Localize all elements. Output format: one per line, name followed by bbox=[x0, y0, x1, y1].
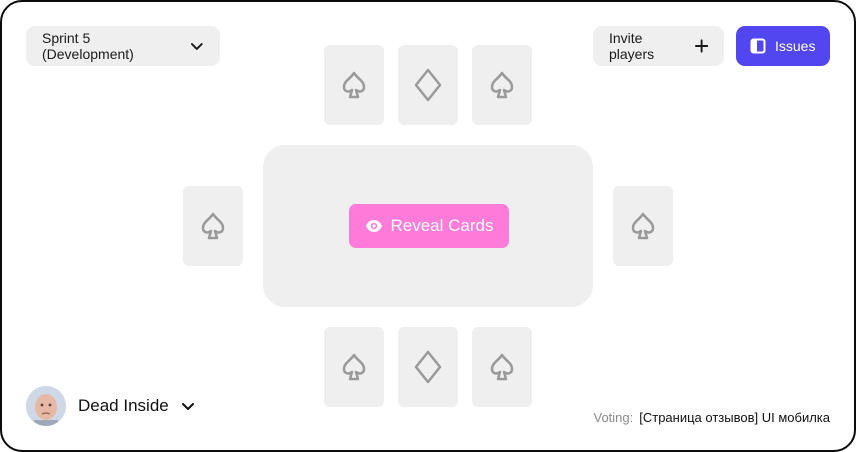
player-card bbox=[472, 45, 532, 125]
chevron-down-icon bbox=[181, 403, 194, 410]
invite-players-button[interactable]: Invite players bbox=[593, 26, 724, 66]
sprint-selector-label: Sprint 5 (Development) bbox=[42, 30, 134, 62]
voting-status: Voting: [Страница отзывов] UI мобилка bbox=[593, 410, 830, 425]
plus-icon bbox=[694, 39, 708, 53]
invite-players-label: Invite players bbox=[609, 30, 655, 62]
eye-icon bbox=[365, 220, 382, 232]
player-card bbox=[398, 327, 458, 407]
spade-icon bbox=[490, 353, 514, 381]
diamond-icon bbox=[414, 350, 442, 384]
spade-icon bbox=[342, 353, 366, 381]
sidebar-panel-icon bbox=[750, 38, 766, 54]
app-frame: Sprint 5 (Development) Invite players Is… bbox=[0, 0, 856, 452]
avatar bbox=[26, 386, 66, 426]
player-card bbox=[472, 327, 532, 407]
voting-label: Voting: bbox=[593, 410, 634, 425]
diamond-icon bbox=[414, 68, 442, 102]
issues-button[interactable]: Issues bbox=[736, 26, 830, 66]
spade-icon bbox=[201, 212, 225, 240]
spade-icon bbox=[342, 71, 366, 99]
chevron-down-icon bbox=[191, 43, 204, 50]
user-name: Dead Inside bbox=[78, 396, 169, 415]
voting-issue-title: [Страница отзывов] UI мобилка bbox=[639, 410, 830, 425]
user-menu[interactable]: Dead Inside bbox=[26, 386, 195, 426]
reveal-cards-label: Reveal Cards bbox=[390, 216, 494, 235]
spade-icon bbox=[631, 212, 655, 240]
issues-label: Issues bbox=[775, 38, 816, 54]
reveal-cards-button[interactable]: Reveal Cards bbox=[349, 204, 509, 248]
spade-icon bbox=[490, 71, 514, 99]
player-card bbox=[324, 327, 384, 407]
player-card bbox=[324, 45, 384, 125]
player-card bbox=[398, 45, 458, 125]
sprint-selector[interactable]: Sprint 5 (Development) bbox=[26, 26, 220, 66]
player-card bbox=[183, 186, 243, 266]
player-card bbox=[613, 186, 673, 266]
